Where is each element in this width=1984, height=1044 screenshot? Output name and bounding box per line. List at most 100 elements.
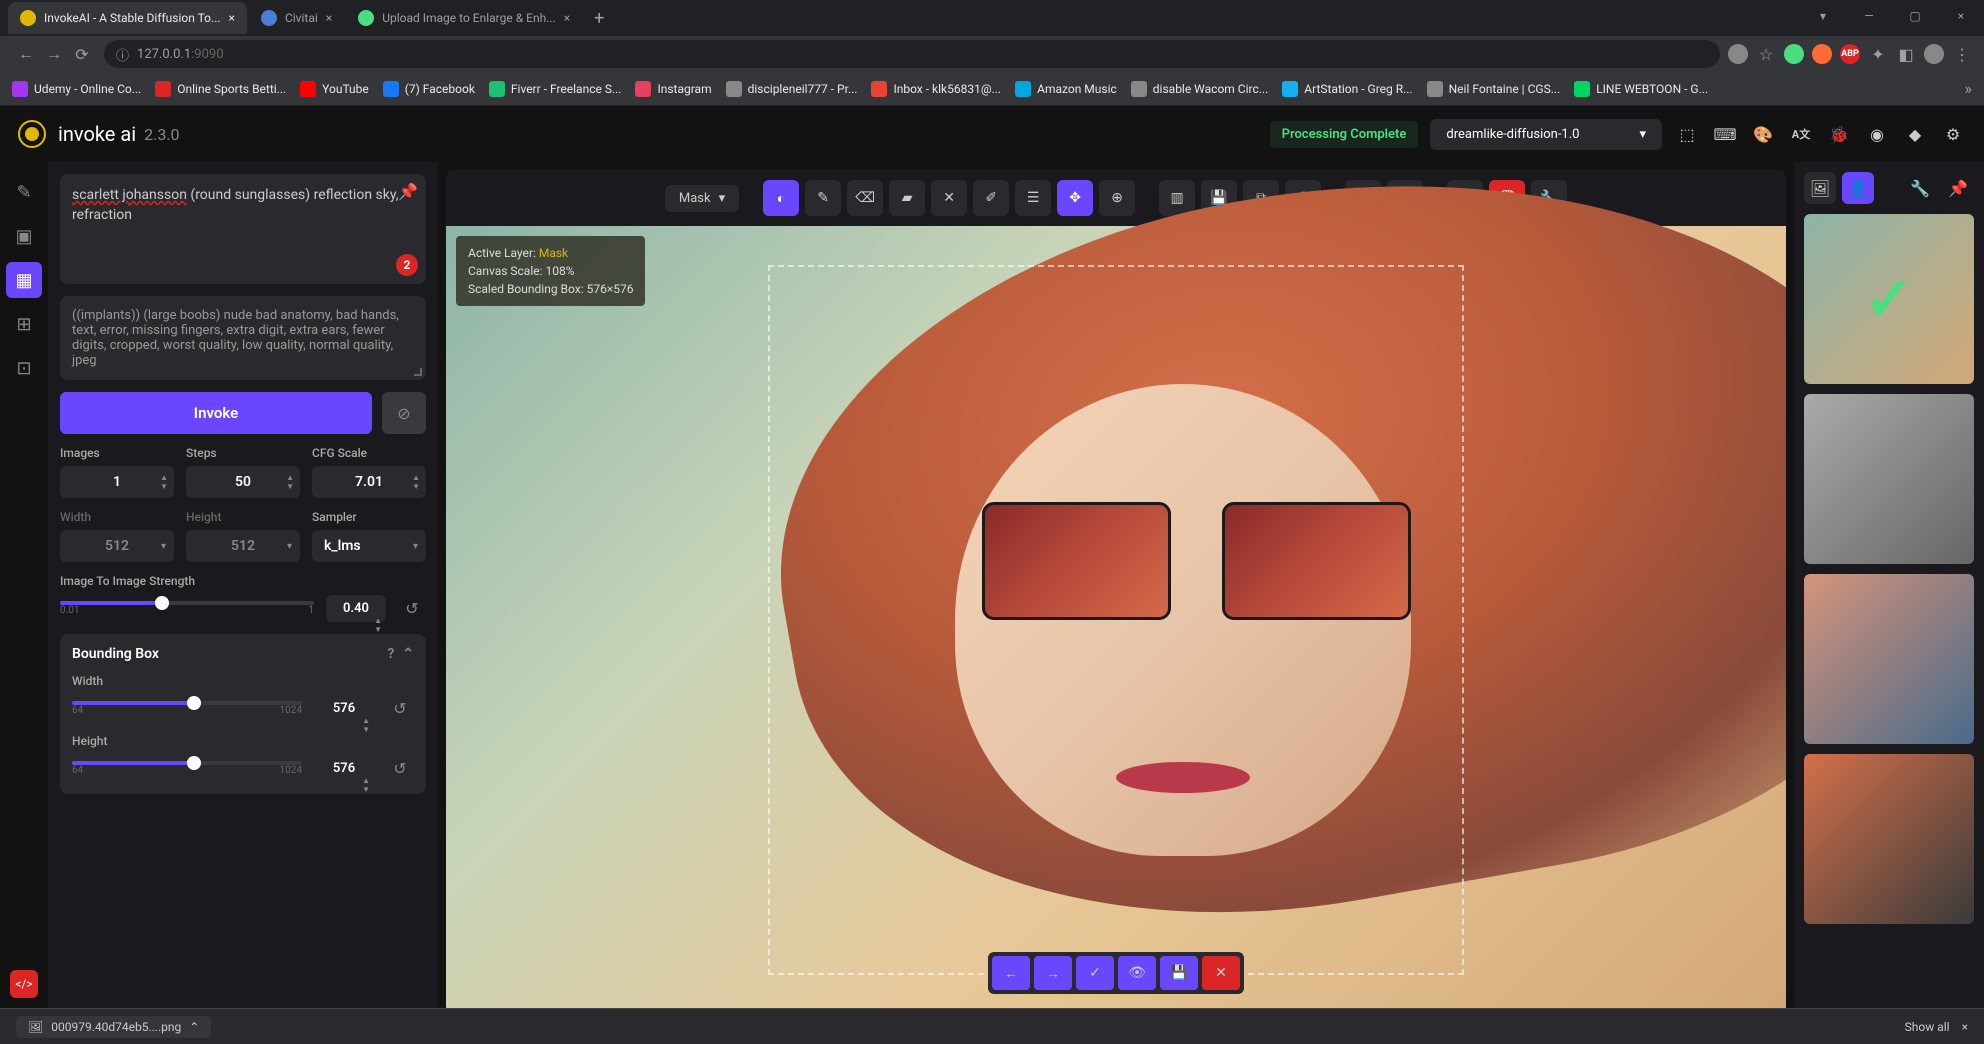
extension-icon[interactable] — [1784, 44, 1804, 64]
spinner-icon[interactable]: ▲▼ — [412, 473, 420, 491]
prev-staging-icon[interactable]: ← — [992, 956, 1030, 990]
gallery-pin-icon[interactable]: 📌 — [1942, 172, 1974, 204]
keyboard-icon[interactable]: ⌨ — [1712, 121, 1738, 147]
bbox-width-input[interactable]: 576 ▲▼ — [314, 695, 374, 722]
spinner-icon[interactable]: ▲▼ — [160, 473, 168, 491]
bookmark-item[interactable]: (7) Facebook — [383, 81, 475, 97]
height-select[interactable]: 512 ▾ — [186, 530, 300, 562]
model-select[interactable]: dreamlike-diffusion-1.0 ▾ — [1430, 119, 1662, 150]
bbox-height-input[interactable]: 576 ▲▼ — [314, 755, 374, 782]
canvas-viewport[interactable]: Active Layer: Mask Canvas Scale: 108% Sc… — [446, 226, 1786, 1014]
accept-staging-icon[interactable]: ✓ — [1076, 956, 1114, 990]
gallery-thumbnail[interactable] — [1804, 754, 1974, 924]
gallery-settings-icon[interactable]: 🔧 — [1904, 172, 1936, 204]
spinner-icon[interactable]: ▲▼ — [362, 776, 370, 794]
site-info-icon[interactable]: ⓘ — [116, 45, 129, 64]
bookmark-star-icon[interactable]: ☆ — [1756, 44, 1776, 64]
reset-icon[interactable]: ↺ — [386, 694, 414, 722]
layer-select[interactable]: Mask ▾ — [665, 185, 739, 212]
browser-menu-icon[interactable]: ⋮ — [1952, 44, 1972, 64]
bookmark-item[interactable]: ArtStation - Greg R... — [1282, 81, 1412, 97]
discord-icon[interactable]: ◆ — [1902, 121, 1928, 147]
cfg-input[interactable]: 7.01 ▲▼ — [312, 466, 426, 498]
canvas-tab-icon[interactable]: ▦ — [6, 262, 42, 298]
mask-tool-icon[interactable]: ◐ — [763, 180, 799, 216]
pin-icon[interactable]: 📌 — [398, 182, 418, 201]
bounding-box-overlay[interactable] — [768, 265, 1465, 974]
i2i-strength-slider[interactable] — [60, 601, 314, 605]
width-select[interactable]: 512 ▾ — [60, 530, 174, 562]
cancel-button[interactable]: ⊘ — [382, 392, 426, 434]
url-bar[interactable]: ⓘ 127.0.0.1:9090 — [104, 40, 1720, 68]
console-toggle-icon[interactable]: </> — [10, 970, 38, 998]
toggle-visibility-icon[interactable]: 👁 — [1118, 956, 1156, 990]
next-staging-icon[interactable]: → — [1034, 956, 1072, 990]
palette-icon[interactable]: 🎨 — [1750, 121, 1776, 147]
bookmark-item[interactable]: YouTube — [300, 81, 369, 97]
new-tab-button[interactable]: + — [584, 8, 614, 29]
cube-icon[interactable]: ⬚ — [1674, 121, 1700, 147]
gallery-thumbnail[interactable] — [1804, 574, 1974, 744]
tab-close-icon[interactable]: × — [564, 11, 570, 25]
close-bar-icon[interactable]: × — [1962, 1020, 1968, 1034]
reset-icon[interactable]: ↺ — [398, 594, 426, 622]
steps-input[interactable]: 50 ▲▼ — [186, 466, 300, 498]
forward-button[interactable]: → — [40, 40, 68, 68]
gallery-thumbnail[interactable] — [1804, 214, 1974, 384]
img2img-tab-icon[interactable]: ▣ — [6, 218, 42, 254]
bookmark-item[interactable]: Inbox - klk56831@... — [871, 81, 1001, 97]
profile-avatar[interactable] — [1924, 44, 1944, 64]
i2i-strength-input[interactable]: 0.40 ▲▼ — [326, 595, 386, 622]
chevron-up-icon[interactable]: ⌃ — [189, 1020, 199, 1034]
color-picker-icon[interactable]: ✐ — [973, 180, 1009, 216]
browser-tab[interactable]: Civitai × — [249, 2, 344, 34]
browser-tab[interactable]: Upload Image to Enlarge & Enh... × — [346, 2, 582, 34]
spinner-icon[interactable]: ▲▼ — [286, 473, 294, 491]
settings-icon[interactable]: ⚙ — [1940, 121, 1966, 147]
bbox-height-slider[interactable] — [72, 761, 302, 765]
accordion-header[interactable]: Bounding Box ? ⌃ — [72, 646, 414, 662]
language-icon[interactable]: A文 — [1788, 121, 1814, 147]
discard-staging-icon[interactable]: ✕ — [1202, 956, 1240, 990]
bookmark-item[interactable]: Instagram — [635, 81, 711, 97]
side-panel-icon[interactable]: ◧ — [1896, 44, 1916, 64]
adblock-icon[interactable]: ABP — [1840, 44, 1860, 64]
window-maximize-icon[interactable]: ▢ — [1892, 0, 1938, 32]
bookmark-item[interactable]: LINE WEBTOON - G... — [1574, 81, 1708, 97]
reset-view-icon[interactable]: ⊕ — [1099, 180, 1135, 216]
brush-tool-icon[interactable]: ✎ — [805, 180, 841, 216]
bookmarks-overflow-icon[interactable]: » — [1965, 79, 1973, 98]
move-tool-icon[interactable]: ✥ — [1057, 180, 1093, 216]
bookmark-item[interactable]: discipleneil777 - Pr... — [726, 81, 858, 97]
tab-close-icon[interactable]: × — [229, 11, 235, 25]
negative-prompt-input[interactable]: ((implants)) (large boobs) nude bad anat… — [60, 296, 426, 380]
chevron-up-icon[interactable]: ⌃ — [402, 646, 414, 662]
fill-tool-icon[interactable]: ▰ — [889, 180, 925, 216]
bookmark-item[interactable]: disable Wacom Circ... — [1131, 81, 1268, 97]
help-icon[interactable]: ? — [387, 646, 394, 662]
github-icon[interactable]: ◉ — [1864, 121, 1890, 147]
window-minimize-icon[interactable]: — — [1846, 0, 1892, 32]
bookmark-item[interactable]: Neil Fontaine | CGS... — [1427, 81, 1561, 97]
reload-button[interactable]: ⟳ — [68, 40, 96, 68]
save-staging-icon[interactable]: 💾 — [1160, 956, 1198, 990]
spinner-icon[interactable]: ▲▼ — [362, 716, 370, 734]
prompt-input[interactable]: scarlett johansson (round sunglasses) re… — [60, 174, 426, 284]
window-dropdown-icon[interactable]: ▾ — [1800, 0, 1846, 32]
reset-icon[interactable]: ↺ — [386, 754, 414, 782]
spinner-icon[interactable]: ▲▼ — [374, 616, 382, 634]
bookmark-item[interactable]: Amazon Music — [1015, 81, 1117, 97]
txt2img-tab-icon[interactable]: ✎ — [6, 174, 42, 210]
share-icon[interactable] — [1728, 44, 1748, 64]
gallery-thumbnail[interactable] — [1804, 394, 1974, 564]
tab-close-icon[interactable]: × — [326, 11, 332, 25]
extension-icon[interactable] — [1812, 44, 1832, 64]
sampler-select[interactable]: k_lms ▾ — [312, 530, 426, 562]
back-button[interactable]: ← — [12, 40, 40, 68]
images-input[interactable]: 1 ▲▼ — [60, 466, 174, 498]
show-all-downloads[interactable]: Show all — [1905, 1020, 1950, 1034]
eraser-tool-icon[interactable]: ⌫ — [847, 180, 883, 216]
invoke-button[interactable]: Invoke — [60, 392, 372, 434]
bookmark-item[interactable]: Fiverr - Freelance S... — [489, 81, 622, 97]
extensions-menu-icon[interactable]: ✦ — [1868, 44, 1888, 64]
